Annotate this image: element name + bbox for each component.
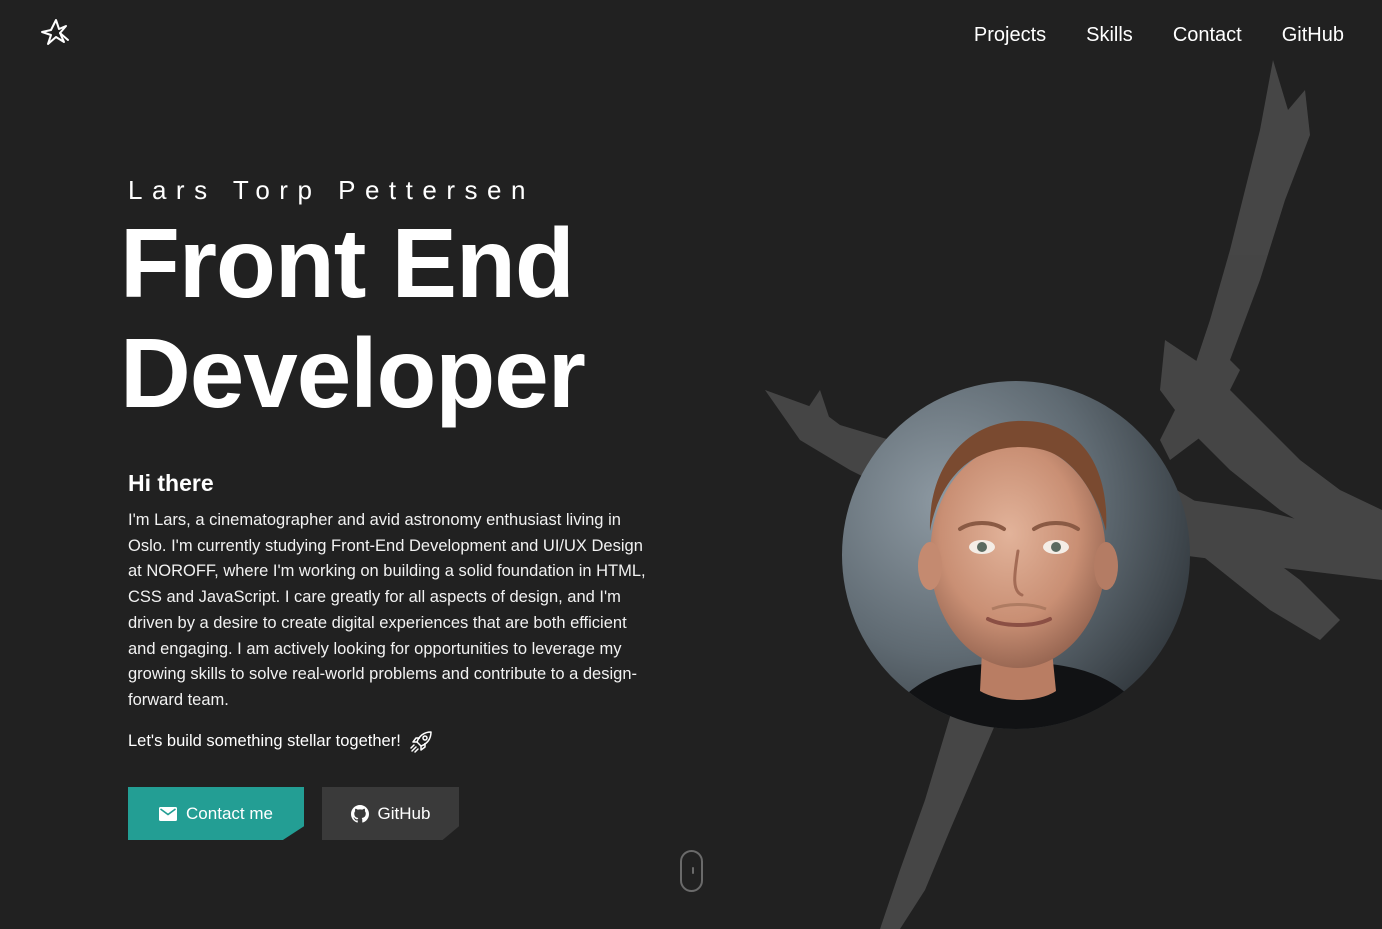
hero-name: Lars Torp Pettersen [128, 175, 535, 205]
mouse-scroll-icon[interactable] [680, 850, 703, 892]
github-icon [350, 804, 369, 823]
github-button-label: GitHub [377, 803, 431, 823]
tagline: Let's build something stellar together! [128, 728, 435, 754]
star-signature-logo-icon[interactable] [38, 16, 72, 52]
hero-title-line-1: Front End [120, 208, 575, 318]
scroll-wheel-dot [691, 867, 694, 874]
github-button[interactable]: GitHub [322, 787, 459, 840]
main-nav: Projects Skills Contact GitHub [974, 22, 1344, 48]
hero-title: Front End Developer [120, 208, 586, 428]
contact-me-label: Contact me [186, 803, 273, 823]
contact-me-button[interactable]: Contact me [128, 787, 304, 840]
tagline-text: Let's build something stellar together! [128, 732, 401, 750]
intro-paragraph: I'm Lars, a cinematographer and avid ast… [128, 511, 646, 709]
nav-link-skills[interactable]: Skills [1086, 22, 1133, 48]
nav-link-contact[interactable]: Contact [1173, 22, 1242, 48]
nav-link-github[interactable]: GitHub [1282, 22, 1344, 48]
rocket-icon [410, 731, 432, 753]
nav-link-projects[interactable]: Projects [974, 22, 1046, 48]
greeting-heading: Hi there [128, 470, 214, 496]
hero-title-line-2: Developer [120, 318, 586, 428]
profile-photo [842, 381, 1190, 729]
mail-icon [159, 806, 178, 821]
page: Projects Skills Contact GitHub Lars Torp… [0, 0, 1382, 929]
